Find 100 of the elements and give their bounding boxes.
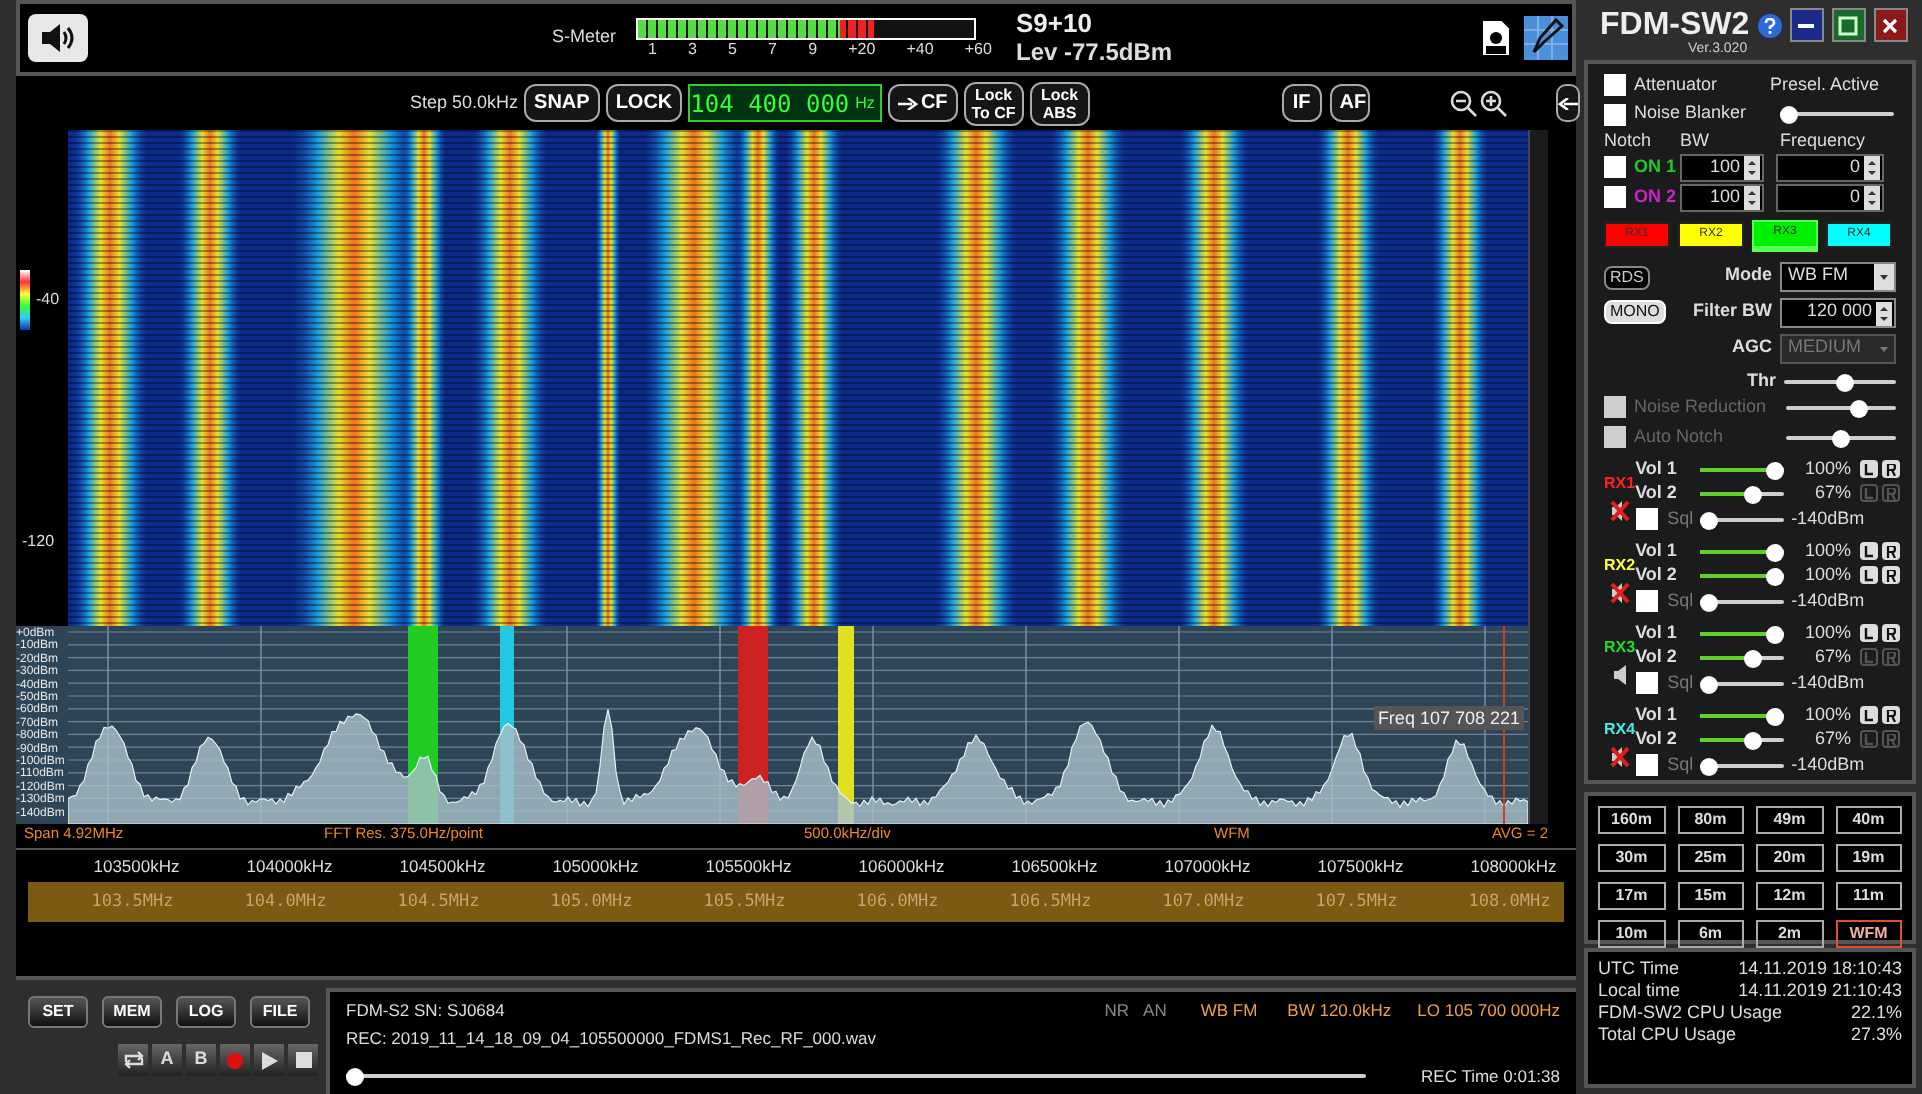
band-button[interactable]: 12m <box>1756 882 1823 910</box>
slider[interactable] <box>1699 623 1784 644</box>
slider-thumb[interactable] <box>346 1068 364 1087</box>
band-button[interactable]: 160m <box>1598 806 1665 834</box>
help-button[interactable] <box>1757 14 1782 38</box>
function-button[interactable]: MEM <box>102 996 162 1028</box>
slider[interactable] <box>1699 541 1784 562</box>
slider-thumb[interactable] <box>1780 106 1798 125</box>
checkbox[interactable] <box>1604 103 1626 126</box>
channel-toggle[interactable] <box>1859 730 1878 749</box>
rds-button[interactable]: RDS <box>1604 265 1650 290</box>
arrow-icon <box>898 97 919 109</box>
band-button[interactable]: 20m <box>1756 844 1823 872</box>
checkbox[interactable] <box>1604 156 1626 179</box>
band-button[interactable]: 11m <box>1835 882 1902 910</box>
band-button[interactable]: 25m <box>1677 844 1744 872</box>
slider-thumb[interactable] <box>1699 593 1718 612</box>
slider-thumb[interactable] <box>1765 625 1784 644</box>
collapse-button[interactable] <box>1555 84 1580 122</box>
slider[interactable] <box>1780 104 1894 125</box>
toolbar-button[interactable]: AF <box>1329 84 1370 122</box>
band-button[interactable]: 30m <box>1598 844 1665 872</box>
toolbar-button[interactable]: LOCK <box>605 84 683 122</box>
minimize-button[interactable] <box>1789 8 1824 42</box>
toolbar-button[interactable]: SNAP <box>524 84 600 122</box>
slider[interactable] <box>1699 705 1784 726</box>
channel-toggle[interactable] <box>1859 648 1878 667</box>
slider-thumb[interactable] <box>1765 461 1784 480</box>
channel-toggle[interactable] <box>1881 648 1900 667</box>
band-button[interactable]: 40m <box>1835 806 1902 834</box>
function-button[interactable]: SET <box>28 996 88 1028</box>
slider[interactable] <box>1786 427 1896 448</box>
slider[interactable] <box>1699 647 1784 668</box>
band-button[interactable]: 17m <box>1598 882 1665 910</box>
transport-button[interactable] <box>118 1044 148 1076</box>
slider-thumb[interactable] <box>1743 485 1762 504</box>
band-label: 105.5MHz <box>701 889 788 915</box>
speaker-button[interactable] <box>28 14 88 62</box>
frequency-display[interactable]: 104 400 000 Hz <box>688 84 883 122</box>
slider[interactable] <box>1699 729 1784 750</box>
checkbox[interactable] <box>1635 754 1658 777</box>
checkbox[interactable] <box>1635 672 1658 695</box>
mode-dropdown[interactable]: WB FM <box>1780 261 1896 292</box>
band-button[interactable]: WFM <box>1835 920 1902 948</box>
close-button[interactable] <box>1873 8 1908 42</box>
channel-toggle[interactable] <box>1859 484 1878 503</box>
band-button[interactable]: 19m <box>1835 844 1902 872</box>
function-button[interactable]: LOG <box>176 996 236 1028</box>
slider[interactable] <box>1699 673 1784 694</box>
meter-scale-label: 7 <box>768 39 777 59</box>
slider[interactable] <box>1699 591 1784 612</box>
slider-thumb[interactable] <box>1765 707 1784 726</box>
slider[interactable] <box>1699 483 1784 504</box>
slider[interactable] <box>1786 397 1896 418</box>
band-button[interactable]: 2m <box>1756 920 1823 948</box>
transport-button[interactable]: A <box>152 1044 182 1076</box>
band-button[interactable]: 80m <box>1677 806 1744 834</box>
filter-bw-field[interactable]: 120 000 <box>1780 297 1896 328</box>
band-label: 107.0MHz <box>1160 889 1247 915</box>
slider[interactable] <box>1699 509 1784 530</box>
checkbox[interactable] <box>1604 186 1626 209</box>
frequency-readout: Freq 107 708 221 <box>1373 706 1524 730</box>
slider[interactable] <box>346 1066 1366 1087</box>
spin-field[interactable]: 100 <box>1680 183 1764 212</box>
band-button[interactable]: 10m <box>1598 920 1665 948</box>
slider-thumb[interactable] <box>1699 675 1718 694</box>
close-icon <box>1882 17 1899 33</box>
checkbox[interactable] <box>1635 590 1658 613</box>
mono-button[interactable]: MONO <box>1604 299 1666 324</box>
slider-thumb[interactable] <box>1765 567 1784 586</box>
toolbar-button[interactable]: Lock ABS <box>1029 81 1090 125</box>
band-button[interactable]: 15m <box>1677 882 1744 910</box>
slider-thumb[interactable] <box>1699 757 1718 776</box>
maximize-button[interactable] <box>1831 8 1866 42</box>
band-button[interactable]: 49m <box>1756 806 1823 834</box>
slider[interactable] <box>1784 371 1896 392</box>
slider-thumb[interactable] <box>1835 373 1854 392</box>
toolbar-button[interactable]: IF <box>1281 84 1322 122</box>
slider-thumb[interactable] <box>1765 543 1784 562</box>
channel-toggle[interactable] <box>1881 484 1900 503</box>
spin-field[interactable]: 0 <box>1776 183 1884 212</box>
band-button[interactable]: 6m <box>1677 920 1744 948</box>
spin-field[interactable]: 100 <box>1680 153 1764 182</box>
transport-button[interactable]: B <box>186 1044 216 1076</box>
slider[interactable] <box>1699 459 1784 480</box>
channel-toggle[interactable] <box>1881 730 1900 749</box>
slider-thumb[interactable] <box>1743 649 1762 668</box>
toolbar-button[interactable]: Lock To CF <box>963 81 1024 125</box>
transport-button[interactable] <box>288 1044 318 1076</box>
spin-field[interactable]: 0 <box>1776 153 1884 182</box>
function-button[interactable]: FILE <box>250 996 310 1028</box>
checkbox[interactable] <box>1604 73 1626 96</box>
slider-thumb[interactable] <box>1743 731 1762 750</box>
checkbox[interactable] <box>1635 508 1658 531</box>
scrollbar[interactable] <box>1528 130 1548 824</box>
slider[interactable] <box>1699 565 1784 586</box>
transport-button[interactable] <box>254 1044 284 1076</box>
center-frequency-button[interactable]: CF <box>888 84 958 122</box>
slider-thumb[interactable] <box>1699 511 1718 530</box>
slider[interactable] <box>1699 755 1784 776</box>
